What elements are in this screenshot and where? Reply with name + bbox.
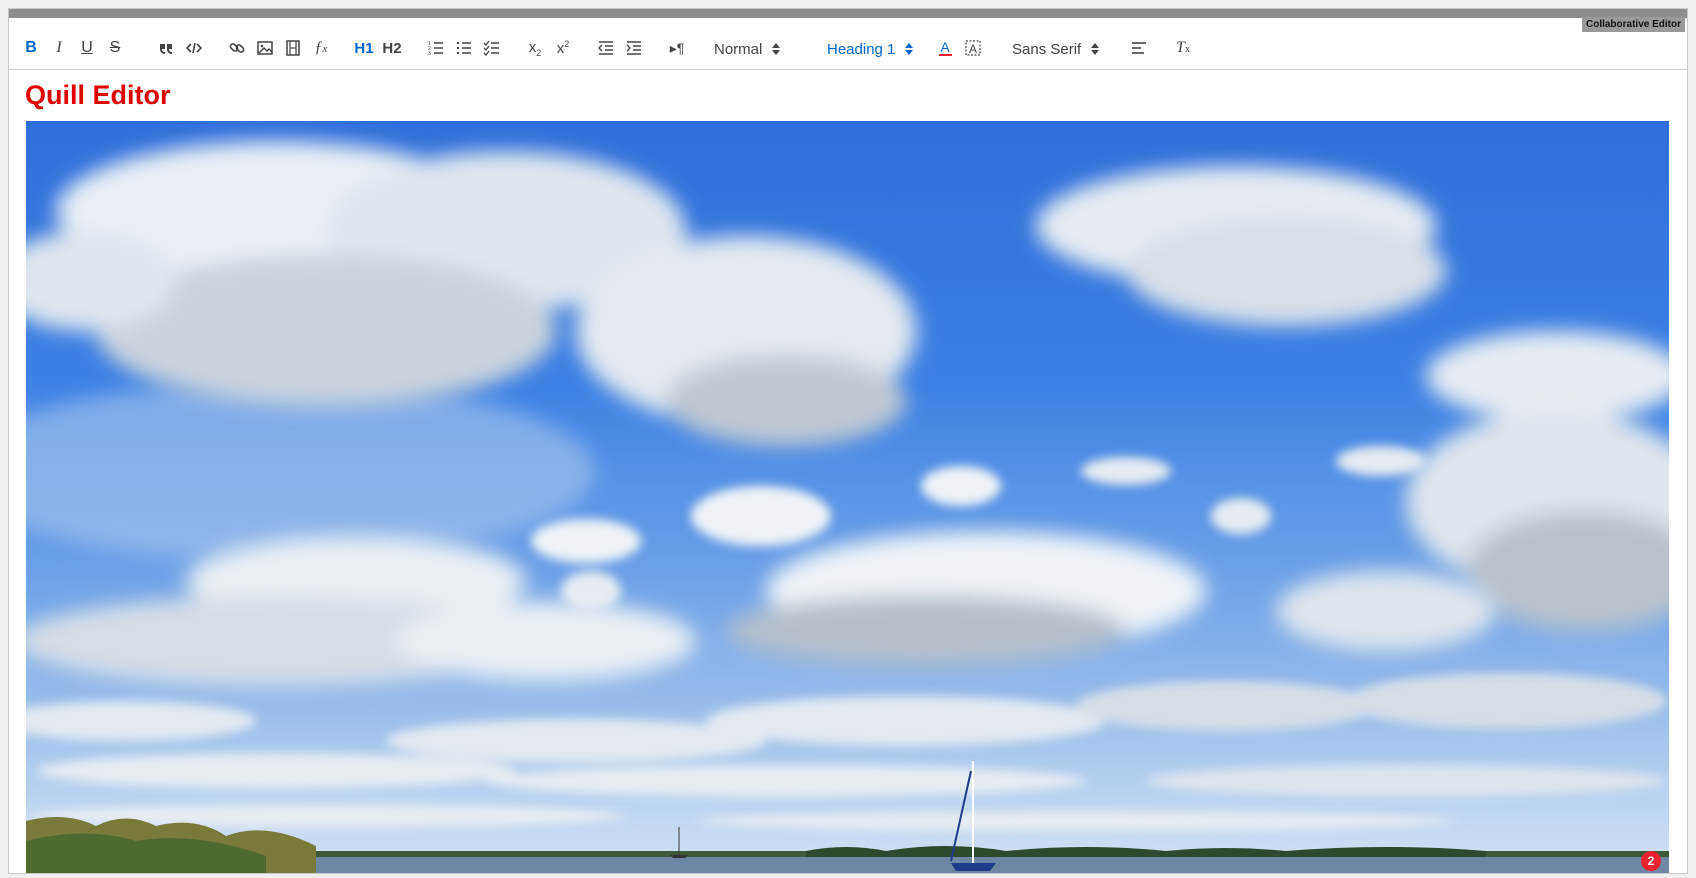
bullet-list-button[interactable] [453, 37, 475, 59]
ordered-list-button[interactable]: 123 [425, 37, 447, 59]
heading-select-value: Heading 1 [827, 40, 896, 58]
heading2-label: H2 [382, 39, 402, 57]
check-list-button[interactable] [481, 37, 503, 59]
select-arrows-icon [772, 43, 781, 55]
font-select-value: Sans Serif [1012, 40, 1082, 58]
underline-button[interactable]: U [76, 37, 98, 59]
heading-select[interactable]: Heading 1 [827, 29, 914, 69]
superscript-button[interactable]: x2 [552, 37, 574, 59]
heading1-label: H1 [354, 39, 374, 57]
window-top-bar [9, 9, 1687, 18]
format-select[interactable]: Normal [714, 29, 781, 69]
code-block-button[interactable] [183, 37, 205, 59]
outdent-icon [598, 41, 613, 55]
editor-content[interactable]: Quill Editor 2 [9, 70, 1687, 873]
link-icon [229, 43, 245, 53]
bold-button[interactable]: B [20, 37, 42, 59]
formula-button[interactable]: ƒx [310, 37, 332, 59]
embedded-image[interactable]: 2 [26, 121, 1669, 873]
direction-icon: ▸¶ [669, 39, 685, 56]
blockquote-icon [160, 44, 172, 54]
notification-badge[interactable]: 2 [1641, 851, 1661, 871]
superscript-icon: x2 [556, 39, 570, 57]
code-icon [185, 42, 203, 54]
clear-format-button[interactable]: Tx [1172, 37, 1194, 59]
subscript-button[interactable]: x2 [524, 37, 546, 59]
background-color-button[interactable]: A [962, 37, 984, 59]
direction-button[interactable]: ▸¶ [666, 37, 688, 59]
select-arrows-icon [905, 43, 914, 55]
heading2-button[interactable]: H2 [381, 37, 403, 59]
italic-button[interactable]: I [48, 37, 70, 59]
indent-button[interactable] [623, 37, 645, 59]
image-icon [257, 41, 273, 55]
video-icon [286, 40, 300, 56]
blockquote-button[interactable] [155, 37, 177, 59]
editor-window: Collaborative Editor B I U S ƒx H1 H2 1 … [8, 8, 1688, 874]
text-color-button[interactable]: A [934, 37, 956, 59]
strike-icon: S [109, 39, 121, 56]
image-button[interactable] [254, 37, 276, 59]
outdent-button[interactable] [595, 37, 617, 59]
bullet-list-icon [456, 41, 471, 55]
video-button[interactable] [282, 37, 304, 59]
align-button[interactable] [1128, 37, 1150, 59]
svg-text:A: A [969, 42, 977, 56]
subscript-icon: x2 [528, 38, 542, 58]
indent-icon [626, 41, 641, 55]
background-color-icon: A [965, 40, 981, 56]
svg-text:3: 3 [428, 51, 431, 57]
italic-icon: I [56, 39, 62, 56]
formula-icon: ƒx [314, 39, 328, 56]
underline-icon: U [81, 39, 93, 56]
heading1-button[interactable]: H1 [353, 37, 375, 59]
ordered-list-icon: 123 [428, 41, 443, 57]
strike-button[interactable]: S [104, 37, 126, 59]
text-color-icon: A [938, 39, 952, 56]
bold-icon: B [25, 39, 37, 56]
toolbar: B I U S ƒx H1 H2 1 2 3 x2 x2 ▸¶ Normal H… [9, 29, 1687, 70]
document-title: Quill Editor [25, 80, 171, 110]
align-left-icon [1132, 42, 1146, 54]
link-button[interactable] [226, 37, 248, 59]
select-arrows-icon [1091, 43, 1100, 55]
format-select-value: Normal [714, 40, 763, 58]
sky-clouds-picture [26, 141, 1669, 873]
clear-format-icon: Tx [1176, 39, 1190, 56]
font-select[interactable]: Sans Serif [1012, 29, 1100, 69]
check-list-icon [483, 40, 499, 56]
